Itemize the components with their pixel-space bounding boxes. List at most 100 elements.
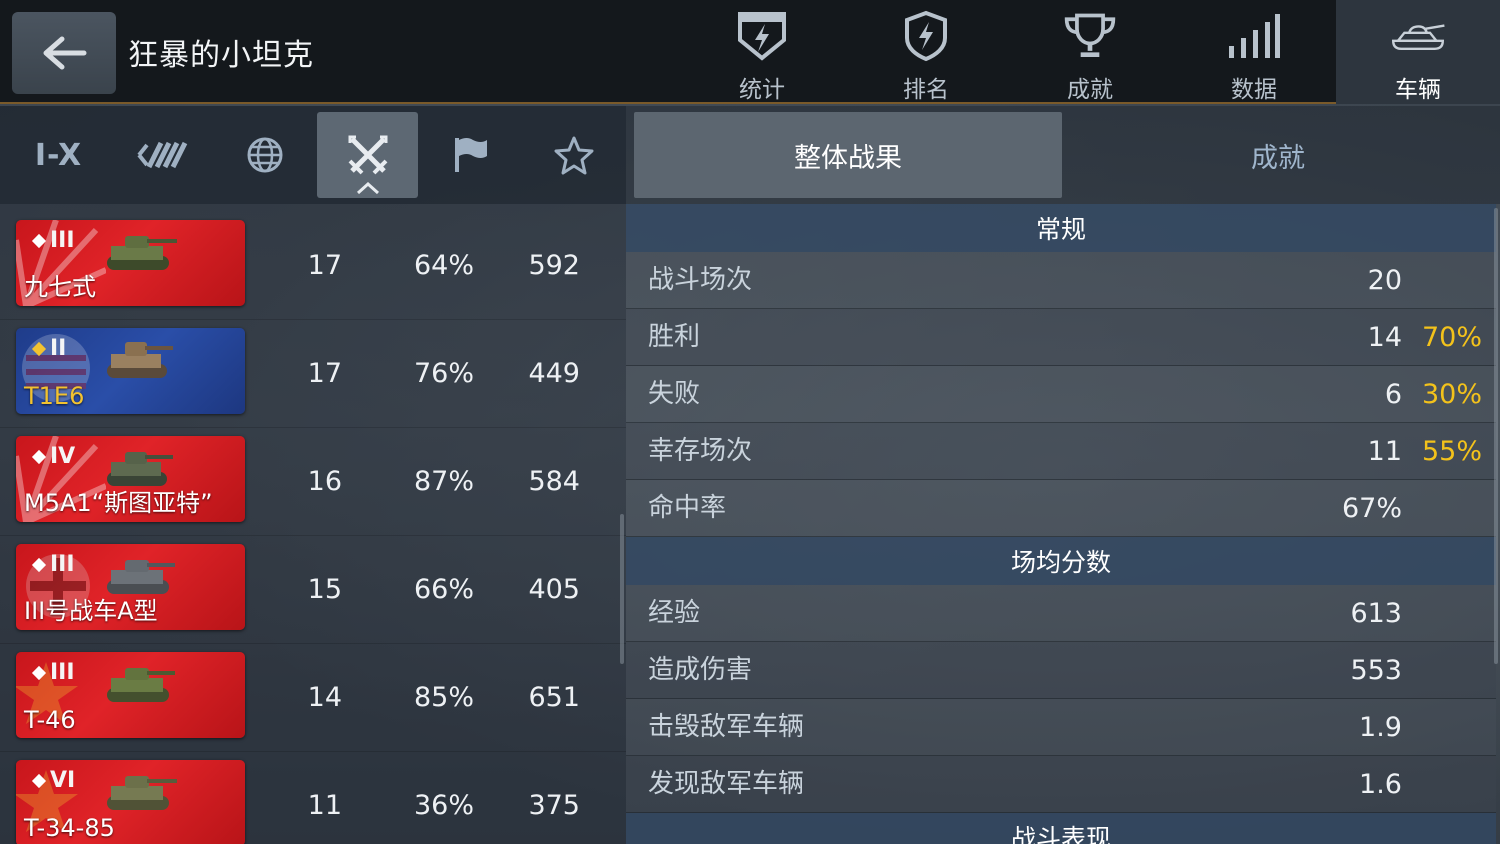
tank-tier: IV bbox=[31, 444, 75, 469]
tank-win-rate: 85% bbox=[413, 682, 474, 713]
stat-row-battles: 战斗场次 20 bbox=[626, 252, 1496, 309]
crossed-swords-icon bbox=[348, 135, 387, 175]
tank-row[interactable]: VI T-34-85 11 36% 375 bbox=[0, 752, 626, 844]
flag-icon bbox=[454, 138, 487, 172]
stat-percent: 70% bbox=[1421, 322, 1482, 353]
tank-row[interactable]: III 九七式 17 64% 592 bbox=[0, 212, 626, 320]
tank-row[interactable]: III III号战车A型 15 66% 405 bbox=[0, 536, 626, 644]
tank-battles: 11 bbox=[307, 790, 342, 821]
tank-image bbox=[107, 236, 177, 270]
filter-bar: I-X bbox=[0, 106, 626, 204]
tank-row[interactable]: III T-46 14 85% 651 bbox=[0, 644, 626, 752]
nav-label: 统计 bbox=[739, 77, 785, 103]
tank-image bbox=[107, 668, 175, 702]
tier-filter[interactable]: I-X bbox=[8, 112, 109, 198]
tank-name: M5A1“斯图亚特” bbox=[24, 489, 213, 517]
tank-name: 九七式 bbox=[24, 273, 96, 301]
tank-card: IV M5A1“斯图亚特” bbox=[16, 436, 245, 522]
tier-filter-label: I-X bbox=[34, 137, 83, 173]
section-header-general: 常规 bbox=[626, 204, 1496, 252]
stat-row-survived: 幸存场次 11 55% bbox=[626, 423, 1496, 480]
section-header-average: 场均分数 bbox=[626, 537, 1496, 585]
stat-label: 经验 bbox=[648, 598, 701, 628]
stats-panel: 整体战果 成就 常规 战斗场次 20 胜利 14 70% 失败 6 30% 幸存… bbox=[626, 106, 1500, 844]
stat-row-damage: 造成伤害 553 bbox=[626, 642, 1496, 699]
tank-tier: III bbox=[31, 660, 75, 685]
stat-label: 发现敌军车辆 bbox=[648, 769, 805, 799]
nav-tab-achievements[interactable]: 成就 bbox=[1008, 0, 1172, 104]
stat-percent: 30% bbox=[1421, 379, 1482, 410]
tank-image bbox=[107, 776, 177, 810]
stat-value: 613 bbox=[1350, 598, 1402, 629]
globe-icon bbox=[247, 137, 282, 173]
tank-name: T-46 bbox=[24, 706, 76, 734]
tank-name: T-34-85 bbox=[24, 814, 115, 842]
chevron-up-icon bbox=[356, 182, 379, 194]
top-nav: 统计 排名 成就 数据 车辆 bbox=[680, 0, 1500, 104]
nav-tab-vehicles[interactable]: 车辆 bbox=[1336, 0, 1500, 104]
tank-avg-exp: 584 bbox=[528, 466, 580, 497]
stat-label: 胜利 bbox=[648, 322, 701, 352]
nav-label: 车辆 bbox=[1395, 77, 1441, 103]
nav-label: 数据 bbox=[1231, 77, 1277, 103]
tank-image bbox=[107, 342, 173, 378]
nav-tab-ranking[interactable]: 排名 bbox=[844, 0, 1008, 104]
stat-value: 67% bbox=[1341, 493, 1402, 524]
star-icon bbox=[554, 136, 593, 175]
nav-tab-statistics[interactable]: 统计 bbox=[680, 0, 844, 104]
star-filter[interactable] bbox=[523, 112, 624, 198]
tank-win-rate: 76% bbox=[413, 358, 474, 389]
general-stats: 战斗场次 20 胜利 14 70% 失败 6 30% 幸存场次 11 55% 命… bbox=[626, 252, 1496, 537]
stat-value: 11 bbox=[1367, 436, 1402, 467]
tank-avg-exp: 651 bbox=[528, 682, 580, 713]
stat-label: 失败 bbox=[648, 379, 701, 409]
stat-value: 14 bbox=[1367, 322, 1402, 353]
tank-name: III号战车A型 bbox=[24, 597, 158, 625]
arrow-left-icon bbox=[43, 36, 87, 70]
tab-achievements[interactable]: 成就 bbox=[1064, 112, 1492, 198]
stat-row-spotted: 发现敌军车辆 1.6 bbox=[626, 756, 1496, 813]
tank-icon bbox=[1390, 10, 1446, 62]
tank-win-rate: 36% bbox=[413, 790, 474, 821]
back-button[interactable] bbox=[12, 12, 116, 94]
stat-label: 击毁敌军车辆 bbox=[648, 712, 805, 742]
tank-battles: 15 bbox=[307, 574, 342, 605]
vehicle-type-icon bbox=[136, 141, 187, 169]
tank-tier: III bbox=[31, 552, 75, 577]
tank-card: II T1E6 bbox=[16, 328, 245, 414]
stat-value: 20 bbox=[1367, 265, 1402, 296]
average-stats: 经验 613 造成伤害 553 击毁敌军车辆 1.9 发现敌军车辆 1.6 bbox=[626, 585, 1496, 813]
vehicle-type-filter[interactable] bbox=[111, 112, 212, 198]
signal-bars-icon bbox=[1226, 10, 1282, 62]
stat-percent: 55% bbox=[1421, 436, 1482, 467]
tank-list: III 九七式 17 64% 592 II T1E6 17 76% 449 IV… bbox=[0, 212, 626, 844]
tank-avg-exp: 405 bbox=[528, 574, 580, 605]
tank-avg-exp: 449 bbox=[528, 358, 580, 389]
tank-row[interactable]: II T1E6 17 76% 449 bbox=[0, 320, 626, 428]
tank-row[interactable]: IV M5A1“斯图亚特” 16 87% 584 bbox=[0, 428, 626, 536]
tab-overall-results[interactable]: 整体战果 bbox=[634, 112, 1062, 198]
flag-filter[interactable] bbox=[420, 112, 521, 198]
tank-battles: 17 bbox=[307, 358, 342, 389]
nation-filter[interactable] bbox=[214, 112, 315, 198]
list-scrollbar[interactable] bbox=[620, 514, 624, 664]
stats-scrollbar[interactable] bbox=[1494, 208, 1498, 664]
tank-win-rate: 64% bbox=[413, 250, 474, 281]
nav-tab-data[interactable]: 数据 bbox=[1172, 0, 1336, 104]
vehicle-list-panel: I-X III 九七式 17 64% 592 II T1E6 17 76% 44… bbox=[0, 106, 626, 844]
stat-value: 553 bbox=[1350, 655, 1402, 686]
tank-win-rate: 87% bbox=[413, 466, 474, 497]
battles-sort-filter[interactable] bbox=[317, 112, 418, 198]
tank-tier: II bbox=[31, 336, 66, 361]
player-name: 狂暴的小坦克 bbox=[128, 38, 314, 73]
stat-value: 6 bbox=[1384, 379, 1402, 410]
tank-battles: 16 bbox=[307, 466, 342, 497]
nav-label: 排名 bbox=[903, 77, 949, 103]
tank-card: III 九七式 bbox=[16, 220, 245, 306]
stat-value: 1.6 bbox=[1359, 769, 1402, 800]
shield-lightning-icon bbox=[734, 10, 790, 62]
stat-row-hit-ratio: 命中率 67% bbox=[626, 480, 1496, 537]
stat-label: 命中率 bbox=[648, 493, 727, 523]
tank-avg-exp: 375 bbox=[528, 790, 580, 821]
stat-value: 1.9 bbox=[1359, 712, 1402, 743]
